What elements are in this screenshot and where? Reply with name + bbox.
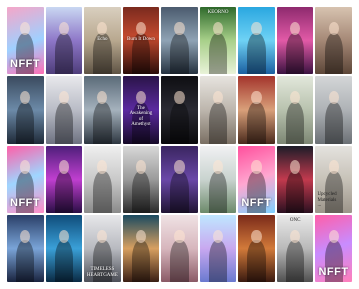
poster-thumbnail-r1c1[interactable]: NFFT [7,7,44,75]
figure-head [135,229,147,243]
figure-silhouette [286,32,305,75]
poster-thumbnail-r2c7[interactable] [238,76,275,144]
poster-thumbnail-r2c8[interactable] [276,76,314,144]
figure-silhouette [170,171,189,213]
poster-thumbnail-r1c9[interactable] [315,7,352,75]
poster-thumbnail-r1c2[interactable] [45,7,83,75]
poster-thumbnail-r3c5[interactable] [161,145,198,213]
figure-silhouette [208,171,228,213]
figure-head [58,229,69,243]
poster-thumbnail-r2c1[interactable] [7,76,44,144]
figure-head [251,160,262,174]
poster-title: TIMELESS HEARTGAME [86,267,118,278]
poster-thumbnail-r1c7[interactable] [238,7,275,75]
poster-thumbnail-r4c8[interactable]: ONC [276,214,314,282]
poster-thumbnail-r4c1[interactable] [7,214,44,282]
figure-head [58,160,69,174]
poster-thumbnail-r2c2[interactable] [45,76,83,144]
figure-silhouette [286,240,305,282]
figure-head [135,160,147,174]
poster-title: Echo [97,36,108,42]
poster-title: ONC [289,217,301,223]
figure-silhouette [286,101,305,144]
figure-head [174,21,185,36]
poster-thumbnail-r4c9[interactable]: NFFT [315,214,352,282]
figure-head [58,21,69,36]
figure-silhouette [286,171,305,213]
figure-silhouette [324,101,343,144]
poster-title: Upcycled Materials ... [317,192,337,209]
poster-thumbnail-r2c3[interactable] [84,76,121,144]
poster-thumbnail-r4c7[interactable] [238,214,275,282]
figure-silhouette [208,32,228,75]
figure-head [328,21,339,36]
poster-thumbnail-r1c5[interactable] [161,7,198,75]
poster-thumbnail-r4c5[interactable] [161,214,198,282]
poster-thumbnail-r2c6[interactable] [199,76,237,144]
figure-silhouette [16,101,35,144]
poster-thumbnail-r1c8[interactable] [276,7,314,75]
poster-thumbnail-r2c4[interactable]: The Awakening of Amethyst [122,76,160,144]
figure-head [290,21,301,36]
poster-thumbnail-r3c1[interactable]: NFFT [7,145,44,213]
poster-thumbnail-r3c6[interactable] [199,145,237,213]
figure-silhouette [93,171,112,213]
poster-thumbnail-r3c4[interactable] [122,145,160,213]
figure-silhouette [54,32,73,75]
figure-head [328,160,339,174]
figure-head [20,21,31,36]
figure-silhouette [170,32,189,75]
figure-silhouette [170,240,189,282]
poster-title: NFFT [318,265,349,278]
figure-silhouette [54,240,73,282]
poster-thumbnail-r2c5[interactable] [161,76,198,144]
figure-silhouette [324,32,343,75]
figure-head [251,91,262,105]
figure-head [212,229,224,243]
figure-silhouette [131,171,151,213]
figure-silhouette [208,101,228,144]
poster-thumbnail-r4c2[interactable] [45,214,83,282]
poster-title: NFFT [10,196,41,209]
figure-silhouette [131,240,151,282]
poster-title: NFFT [241,196,272,209]
poster-grid: NFFT Echo Burn It Down KEORNO The Awakening … [7,7,352,282]
poster-thumbnail-r4c6[interactable] [199,214,237,282]
poster-title: NFFT [10,58,41,71]
poster-thumbnail-r2c9[interactable] [315,76,352,144]
figure-silhouette [247,32,266,75]
figure-head [174,229,185,243]
figure-silhouette [247,240,266,282]
poster-thumbnail-r3c7[interactable]: NFFT [238,145,275,213]
poster-thumbnail-r1c3[interactable]: Echo [84,7,121,75]
figure-silhouette [247,101,266,144]
poster-thumbnail-r4c3[interactable]: TIMELESS HEARTGAME [84,214,121,282]
figure-head [212,160,224,174]
poster-title: The Awakening of Amethyst [129,105,153,128]
figure-silhouette [54,101,73,144]
poster-thumbnail-r3c8[interactable] [276,145,314,213]
figure-head [328,229,339,243]
poster-title: Burn It Down [127,36,155,42]
poster-thumbnail-r4c4[interactable] [122,214,160,282]
figure-silhouette [54,171,73,213]
figure-silhouette [16,240,35,282]
figure-head [174,160,185,174]
poster-title: KEORNO [207,10,229,15]
figure-silhouette [93,101,112,144]
poster-thumbnail-r3c3[interactable] [84,145,121,213]
poster-thumbnail-r3c2[interactable] [45,145,83,213]
figure-head [251,21,262,36]
poster-thumbnail-r1c6[interactable]: KEORNO [199,7,237,75]
poster-thumbnail-r1c4[interactable]: Burn It Down [122,7,160,75]
figure-head [174,91,185,105]
figure-silhouette [208,240,228,282]
figure-head [251,229,262,243]
figure-silhouette [170,101,189,144]
figure-head [290,160,301,174]
poster-thumbnail-r3c9[interactable]: Upcycled Materials ... [315,145,352,213]
